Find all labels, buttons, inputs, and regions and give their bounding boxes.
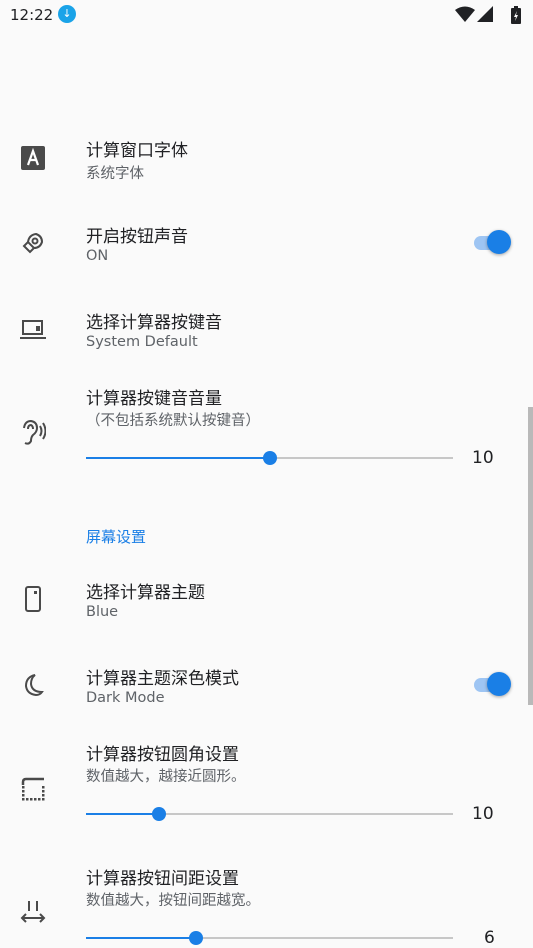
slider-thumb[interactable]: [263, 451, 277, 465]
slider-fill: [86, 937, 196, 939]
setting-title: 开启按钮声音: [86, 227, 188, 247]
setting-key-volume: 计算器按键音音量 （不包括系统默认按键音） 10: [0, 378, 533, 478]
setting-subtitle: ON: [86, 248, 109, 264]
hearing-icon: [23, 420, 46, 445]
moon-icon: [24, 674, 44, 697]
button-spacing-slider[interactable]: [86, 930, 453, 946]
setting-title: 计算器按钮间距设置: [86, 869, 239, 889]
dark-mode-switch[interactable]: [474, 671, 512, 699]
setting-subtitle: （不包括系统默认按键音）: [86, 413, 260, 429]
slider-fill: [86, 457, 270, 459]
status-bar: 12:22 ↓: [0, 0, 533, 30]
slider-value: 10: [472, 448, 494, 468]
setting-title: 选择计算器按键音: [86, 313, 222, 333]
corner-radius-slider[interactable]: [86, 806, 453, 822]
slider-thumb[interactable]: [189, 931, 203, 945]
section-header-screen: 屏幕设置: [86, 528, 147, 546]
laptop-icon: [20, 320, 46, 339]
setting-theme[interactable]: 选择计算器主题 Blue: [0, 572, 533, 632]
slider-thumb[interactable]: [152, 807, 166, 821]
rounded-corner-icon: [21, 777, 45, 801]
download-icon: ↓: [58, 5, 76, 23]
setting-title: 计算器按钮圆角设置: [86, 745, 239, 765]
setting-button-spacing: 计算器按钮间距设置 数值越大，按钮间距越宽。 6: [0, 858, 533, 948]
setting-title: 计算器按键音音量: [86, 389, 222, 409]
setting-subtitle: 数值越大，按钮间距越宽。: [86, 893, 260, 909]
status-time: 12:22: [10, 6, 54, 24]
setting-dark-mode[interactable]: 计算器主题深色模式 Dark Mode: [0, 658, 533, 718]
setting-subtitle: Blue: [86, 604, 119, 620]
font-letter-icon: [21, 146, 45, 170]
slider-value: 6: [484, 928, 495, 948]
setting-title: 选择计算器主题: [86, 583, 205, 603]
setting-key-tone[interactable]: 选择计算器按键音 System Default: [0, 302, 533, 362]
battery-icon: [511, 6, 521, 24]
phone-icon: [25, 586, 41, 612]
setting-subtitle: 系统字体: [86, 166, 144, 182]
setting-font[interactable]: 计算窗口字体 系统字体: [0, 130, 533, 190]
setting-button-sound[interactable]: 开启按钮声音 ON: [0, 216, 533, 276]
setting-title: 计算器主题深色模式: [86, 669, 239, 689]
setting-subtitle: Dark Mode: [86, 690, 165, 706]
button-sound-switch[interactable]: [474, 229, 512, 257]
scrollbar[interactable]: [528, 407, 533, 705]
switch-thumb: [487, 672, 511, 696]
slider-value: 10: [472, 804, 494, 824]
wifi-icon: [455, 6, 475, 22]
setting-title: 计算窗口字体: [86, 141, 188, 161]
setting-subtitle: System Default: [86, 334, 198, 350]
switch-thumb: [487, 230, 511, 254]
speaker-icon: [22, 232, 44, 254]
signal-icon: [477, 6, 493, 22]
spacing-icon: [20, 901, 46, 923]
slider-fill: [86, 813, 159, 815]
setting-subtitle: 数值越大，越接近圆形。: [86, 769, 246, 785]
key-volume-slider[interactable]: [86, 450, 453, 466]
setting-corner-radius: 计算器按钮圆角设置 数值越大，越接近圆形。 10: [0, 734, 533, 834]
